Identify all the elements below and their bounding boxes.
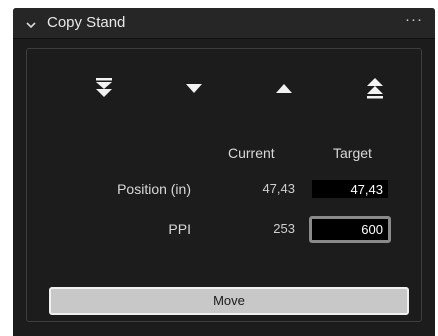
panel-header[interactable]: Copy Stand ··· [13,8,435,39]
ppi-label: PPI [168,221,191,237]
double-down-arrow-icon [96,78,112,97]
fast-down-button[interactable] [90,75,118,103]
column-header-target: Target [333,145,372,161]
position-label: Position (in) [117,181,191,197]
up-button[interactable] [270,75,298,103]
panel-title: Copy Stand [47,14,126,31]
ppi-target-input[interactable] [309,216,391,243]
up-arrow-icon [276,84,292,93]
copy-stand-controls: Current Target Position (in) 47,43 PPI 2… [26,48,422,322]
move-button[interactable]: Move [49,287,409,315]
position-current-value: 47,43 [262,181,295,196]
down-button[interactable] [180,75,208,103]
chevron-down-icon[interactable] [25,17,37,29]
more-options-icon[interactable]: ··· [405,12,423,28]
down-arrow-icon [186,84,202,93]
position-target-input[interactable] [312,180,388,198]
copy-stand-panel: Copy Stand ··· Current Target Position (… [13,8,435,336]
column-header-current: Current [228,145,275,161]
ppi-current-value: 253 [273,221,295,236]
double-up-arrow-icon [367,78,383,99]
fast-up-button[interactable] [361,75,389,103]
